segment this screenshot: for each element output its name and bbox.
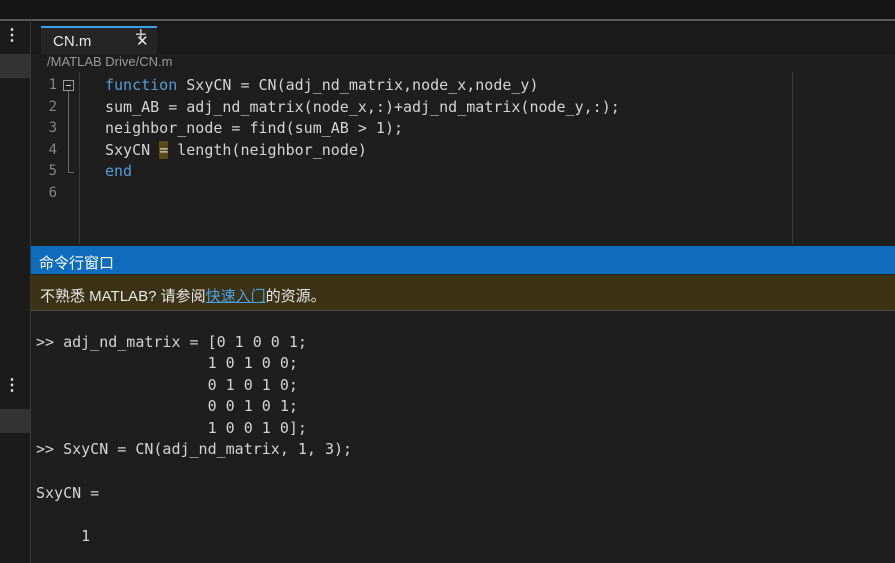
output-line: 1 0 1 0 0;: [36, 354, 298, 372]
code-editor[interactable]: 1 2 3 4 5 6 function SxyCN = CN(adj_nd_m…: [31, 72, 895, 244]
banner-prefix: 不熟悉 MATLAB? 请参阅: [40, 288, 206, 305]
line-number: 6: [48, 185, 57, 201]
output-line: >> adj_nd_matrix = [0 1 0 0 1;: [36, 333, 307, 351]
left-sidebar: ⋮ ⋮: [0, 22, 31, 563]
highlighted-operator: =: [159, 141, 169, 159]
command-window-title: 命令行窗口: [39, 255, 115, 272]
code-text: length(neighbor_node): [168, 141, 367, 159]
editor-tab-bar: CN.m ✕ +: [31, 22, 895, 54]
line-number: 3: [48, 120, 57, 136]
command-output[interactable]: >> adj_nd_matrix = [0 1 0 0 1; 1 0 1 0 0…: [31, 311, 895, 563]
output-line: 0 1 0 1 0;: [36, 376, 298, 394]
keyword: function: [105, 76, 178, 94]
collapse-box-icon[interactable]: [63, 80, 74, 91]
output-line: 0 0 1 0 1;: [36, 397, 298, 415]
kebab-menu-icon[interactable]: ⋮: [0, 372, 30, 400]
code-line: sum_AB = adj_nd_matrix(node_x,:)+adj_nd_…: [105, 98, 620, 116]
info-banner: 不熟悉 MATLAB? 请参阅快速入门的资源。: [31, 275, 895, 311]
kebab-menu-icon[interactable]: ⋮: [0, 22, 30, 50]
keyword: end: [105, 162, 133, 180]
tab-label: CN.m: [53, 33, 92, 50]
right-edge-guide: [792, 72, 793, 244]
fold-guide: [68, 91, 69, 173]
code-text: SxyCN = CN(adj_nd_matrix,node_x,node_y): [177, 76, 539, 94]
code-line: neighbor_node = find(sum_AB > 1);: [105, 119, 404, 137]
command-window-header[interactable]: 命令行窗口: [31, 246, 895, 274]
file-path: /MATLAB Drive/CN.m: [47, 54, 173, 69]
code-line: end: [105, 162, 132, 180]
code-text: SxyCN: [105, 141, 160, 159]
code-line: function SxyCN = CN(adj_nd_matrix,node_x…: [105, 76, 538, 94]
output-line: 1 0 0 1 0];: [36, 419, 307, 437]
output-line: >> SxyCN = CN(adj_nd_matrix, 1, 3);: [36, 440, 353, 458]
output-line: 1: [36, 527, 91, 545]
line-number: 4: [48, 142, 57, 158]
sidebar-panel-bar[interactable]: [0, 409, 30, 433]
line-number-gutter: 1 2 3 4 5 6: [31, 72, 80, 244]
fold-guide-end: [68, 172, 74, 173]
top-divider: [0, 19, 895, 21]
output-line: SxyCN =: [36, 484, 100, 502]
banner-suffix: 的资源。: [265, 288, 326, 305]
sidebar-panel-bar[interactable]: [0, 54, 30, 78]
banner-text: 不熟悉 MATLAB? 请参阅快速入门的资源。: [40, 285, 326, 306]
code-line: SxyCN = length(neighbor_node): [105, 141, 367, 159]
quick-start-link[interactable]: 快速入门: [206, 288, 266, 305]
add-tab-icon[interactable]: +: [135, 24, 147, 47]
line-number: 2: [48, 99, 57, 115]
line-number: 1: [48, 77, 57, 93]
line-number: 5: [48, 163, 57, 179]
